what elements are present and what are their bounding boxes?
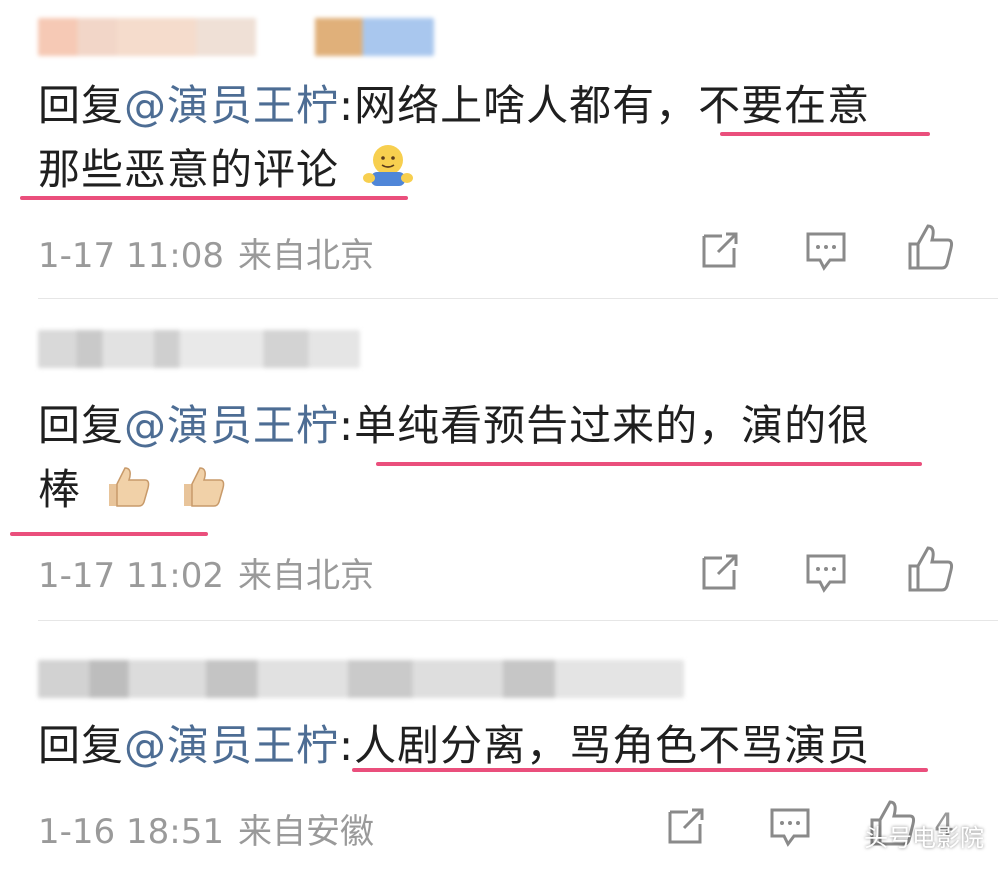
- comment-icon[interactable]: [766, 802, 814, 850]
- comment-meta: 1-16 18:51 来自安徽: [38, 804, 374, 853]
- reply-text: 回复@演员王柠:网络上啥人都有，不要在意: [38, 74, 938, 138]
- highlight-underline: [720, 132, 930, 136]
- reply-prefix: 回复: [38, 721, 125, 770]
- comment-meta: 1-17 11:08 来自北京: [38, 228, 374, 277]
- divider: [38, 298, 998, 299]
- comment-meta: 1-17 11:02 来自北京: [38, 548, 374, 597]
- share-icon[interactable]: [696, 226, 744, 274]
- highlight-underline: [376, 462, 922, 466]
- comment-location: 来自北京: [237, 556, 374, 596]
- highlight-underline: [20, 196, 408, 200]
- highlight-underline: [10, 532, 208, 536]
- mention-link[interactable]: @演员王柠: [124, 721, 339, 770]
- comment-icon[interactable]: [802, 548, 850, 596]
- like-icon[interactable]: [906, 544, 954, 592]
- divider: [38, 620, 998, 621]
- reply-prefix: 回复: [38, 81, 125, 130]
- thumbs-up-emoji-icon: [178, 462, 230, 528]
- share-icon[interactable]: [696, 548, 744, 596]
- blurred-username[interactable]: [38, 660, 684, 698]
- reply-body-line2: 棒: [38, 465, 82, 514]
- comment-location: 来自北京: [237, 236, 374, 276]
- comment-time: 1-17 11:02: [38, 556, 224, 596]
- comment-location: 来自安徽: [237, 812, 374, 852]
- mention-link[interactable]: @演员王柠: [124, 81, 339, 130]
- blurred-username[interactable]: [38, 18, 434, 56]
- watermark: 头号电影院: [864, 824, 984, 852]
- reply-body-line1: :网络上啥人都有，不要在意: [339, 81, 871, 130]
- mention-link[interactable]: @演员王柠: [124, 401, 339, 450]
- thumbs-up-emoji-icon: [103, 462, 155, 528]
- comment-time: 1-17 11:08: [38, 236, 224, 276]
- comment-feed: 回复@演员王柠:网络上啥人都有，不要在意 那些恶意的评论 1-17 11:08 来…: [0, 0, 998, 871]
- reply-text: 回复@演员王柠:单纯看预告过来的，演的很: [38, 394, 938, 458]
- reply-body-line1: :人剧分离，骂角色不骂演员: [339, 721, 871, 770]
- highlight-underline: [352, 768, 928, 772]
- reply-prefix: 回复: [38, 401, 125, 450]
- like-icon[interactable]: [906, 222, 954, 270]
- reply-body-line2: 那些恶意的评论: [38, 145, 340, 194]
- comment-icon[interactable]: [802, 226, 850, 274]
- reply-body-line1: :单纯看预告过来的，演的很: [339, 401, 871, 450]
- comment-time: 1-16 18:51: [38, 812, 224, 852]
- blurred-username[interactable]: [38, 330, 360, 368]
- reply-text-line2: 棒: [38, 458, 938, 528]
- share-icon[interactable]: [662, 802, 710, 850]
